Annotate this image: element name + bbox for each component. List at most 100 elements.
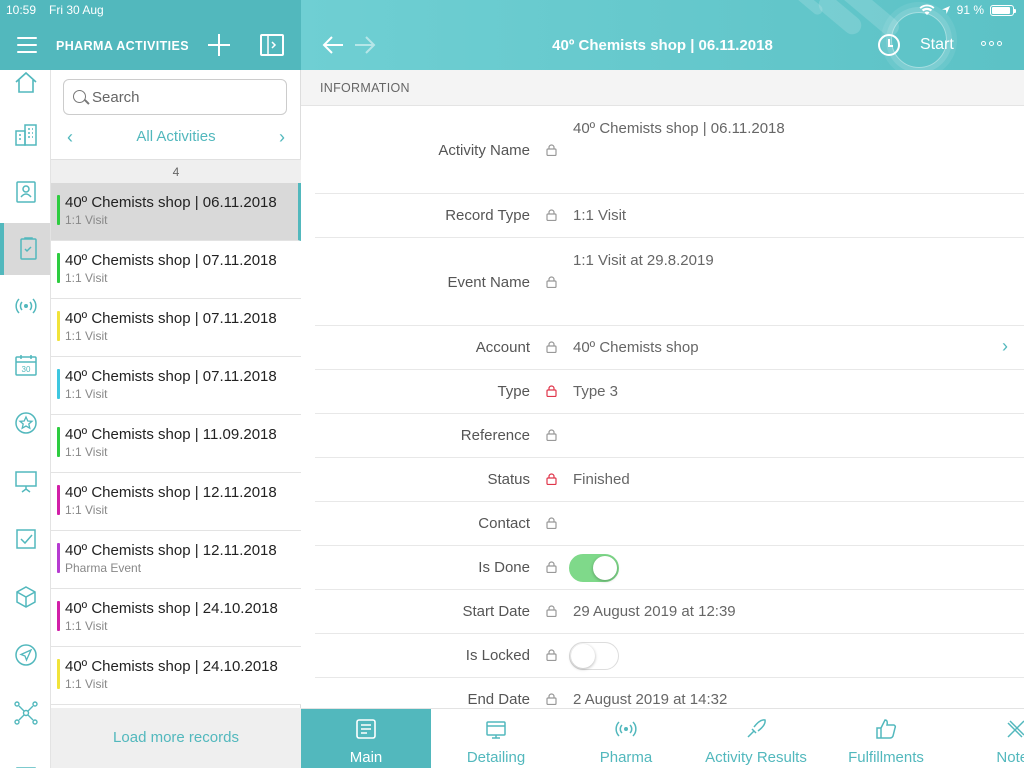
field-event-name[interactable]: Event Name 1:1 Visit at 29.8.2019: [315, 238, 1024, 326]
list-item[interactable]: 40º Chemists shop | 24.10.2018 1:1 Visit: [51, 589, 301, 647]
tab-main[interactable]: Main: [301, 709, 431, 768]
field-label: Status: [487, 471, 530, 488]
field-is-locked: Is Locked: [315, 634, 1024, 678]
list-item-subtitle: 1:1 Visit: [65, 503, 108, 517]
field-activity-name[interactable]: Activity Name 40º Chemists shop | 06.11.…: [315, 106, 1024, 194]
field-reference[interactable]: Reference: [315, 414, 1024, 458]
filter-label[interactable]: All Activities: [51, 128, 301, 145]
list-item[interactable]: 40º Chemists shop | 12.11.2018 1:1 Visit: [51, 473, 301, 531]
detail-panel: INFORMATION Activity Name 40º Chemists s…: [301, 70, 1024, 708]
calendar-icon[interactable]: 30: [0, 339, 50, 391]
list-item[interactable]: 40º Chemists shop | 06.11.2018 1:1 Visit: [51, 183, 301, 241]
list-item[interactable]: 40º Chemists shop | 07.11.2018 1:1 Visit: [51, 357, 301, 415]
app-title: PHARMA ACTIVITIES: [56, 39, 189, 53]
lock-icon: [546, 341, 557, 353]
status-color-bar: [57, 369, 60, 399]
toggle-knob: [593, 556, 617, 580]
field-status[interactable]: Status Finished: [315, 458, 1024, 502]
list-item-title: 40º Chemists shop | 07.11.2018: [65, 252, 277, 269]
star-icon[interactable]: [0, 397, 50, 449]
field-record-type[interactable]: Record Type 1:1 Visit: [315, 194, 1024, 238]
field-value: 40º Chemists shop | 06.11.2018: [573, 120, 785, 137]
search-icon: [73, 90, 86, 103]
field-type[interactable]: Type Type 3: [315, 370, 1024, 414]
chevron-right-icon[interactable]: ›: [1002, 336, 1008, 357]
field-label: Record Type: [445, 207, 530, 224]
filter-row: ‹ All Activities ›: [51, 124, 301, 150]
lock-icon: [546, 605, 557, 617]
cube-icon[interactable]: [0, 571, 50, 623]
list-item-title: 40º Chemists shop | 06.11.2018: [65, 194, 277, 211]
search-input[interactable]: [92, 88, 272, 106]
tab-label: Fulfillments: [848, 749, 924, 766]
field-value: Type 3: [573, 383, 619, 400]
menu-icon[interactable]: [17, 37, 37, 53]
field-value: Finished: [573, 471, 630, 488]
network-icon[interactable]: [0, 687, 50, 739]
list-item-title: 40º Chemists shop | 07.11.2018: [65, 368, 277, 385]
load-more-button[interactable]: Load more records: [51, 708, 301, 768]
activities-icon[interactable]: [0, 223, 50, 275]
list-item[interactable]: 40º Chemists shop | 12.11.2018 Pharma Eve…: [51, 531, 301, 589]
list-item[interactable]: 40º Chemists shop | 11.09.2018 1:1 Visit: [51, 415, 301, 473]
field-account[interactable]: Account 40º Chemists shop ›: [315, 326, 1024, 370]
is-done-toggle[interactable]: [569, 554, 619, 582]
battery-icon: [990, 4, 1016, 16]
lock-icon: [546, 517, 557, 529]
list-item-title: 40º Chemists shop | 24.10.2018: [65, 658, 278, 675]
location-icon: [941, 6, 950, 14]
status-time: 10:59: [6, 3, 37, 17]
split-view-icon[interactable]: [260, 34, 284, 56]
list-item[interactable]: 40º Chemists shop | 24.10.2018 1:1 Visit: [51, 647, 301, 705]
add-icon[interactable]: [208, 34, 230, 56]
tab-pharma[interactable]: Pharma: [561, 709, 691, 768]
status-color-bar: [57, 543, 60, 573]
field-label: Is Locked: [465, 647, 530, 664]
results-icon: [747, 719, 766, 738]
more-icon[interactable]: [981, 41, 1002, 46]
presentation-icon[interactable]: [0, 455, 50, 507]
list-item-title: 40º Chemists shop | 11.09.2018: [65, 426, 277, 443]
tab-fulfillments[interactable]: Fulfillments: [821, 709, 951, 768]
tab-label: Main: [349, 749, 383, 766]
toggle-knob: [571, 644, 595, 668]
building-icon[interactable]: [0, 109, 50, 161]
list-item-subtitle: 1:1 Visit: [65, 387, 108, 401]
field-start-date[interactable]: Start Date 29 August 2019 at 12:39: [315, 590, 1024, 634]
activity-list: 40º Chemists shop | 06.11.2018 1:1 Visit 4…: [51, 183, 301, 705]
contacts-icon[interactable]: [0, 166, 50, 218]
lock-icon: [546, 473, 557, 485]
list-item[interactable]: 40º Chemists shop | 07.11.2018 1:1 Visit: [51, 241, 301, 299]
field-label: Contact: [478, 515, 530, 532]
field-is-done: Is Done: [315, 546, 1024, 590]
detailing-icon: [486, 721, 506, 739]
field-end-date[interactable]: End Date 2 August 2019 at 14:32: [315, 678, 1024, 708]
start-button[interactable]: Start: [920, 36, 954, 54]
broadcast-icon[interactable]: [0, 280, 50, 332]
status-color-bar: [57, 253, 60, 283]
lock-icon: [546, 649, 557, 661]
list-item[interactable]: 40º Chemists shop | 07.11.2018 1:1 Visit: [51, 299, 301, 357]
tab-activity-results[interactable]: Activity Results: [691, 709, 821, 768]
lock-icon: [546, 385, 557, 397]
tab-notes[interactable]: Notes: [951, 709, 1024, 768]
send-icon[interactable]: [0, 629, 50, 681]
checkbox-icon[interactable]: [0, 513, 50, 565]
is-locked-toggle[interactable]: [569, 642, 619, 670]
tab-detailing[interactable]: Detailing: [431, 709, 561, 768]
lock-icon: [546, 429, 557, 441]
activity-list-panel: ‹ All Activities › 4 40º Chemists shop |…: [51, 70, 301, 768]
list-item-subtitle: 1:1 Visit: [65, 677, 108, 691]
home-icon[interactable]: [0, 70, 50, 108]
field-contact[interactable]: Contact: [315, 502, 1024, 546]
detail-header: 91 % 40º Chemists shop | 06.11.2018 Star…: [301, 0, 1024, 70]
field-value: 40º Chemists shop: [573, 339, 699, 356]
lock-icon: [546, 209, 557, 221]
search-box[interactable]: [63, 79, 287, 115]
list-item-title: 40º Chemists shop | 24.10.2018: [65, 600, 278, 617]
more-icon[interactable]: [0, 745, 50, 768]
chevron-right-icon[interactable]: ›: [279, 127, 285, 148]
list-item-title: 40º Chemists shop | 12.11.2018: [65, 484, 277, 501]
list-item-subtitle: 1:1 Visit: [65, 329, 108, 343]
thumbs-up-icon: [876, 719, 897, 739]
